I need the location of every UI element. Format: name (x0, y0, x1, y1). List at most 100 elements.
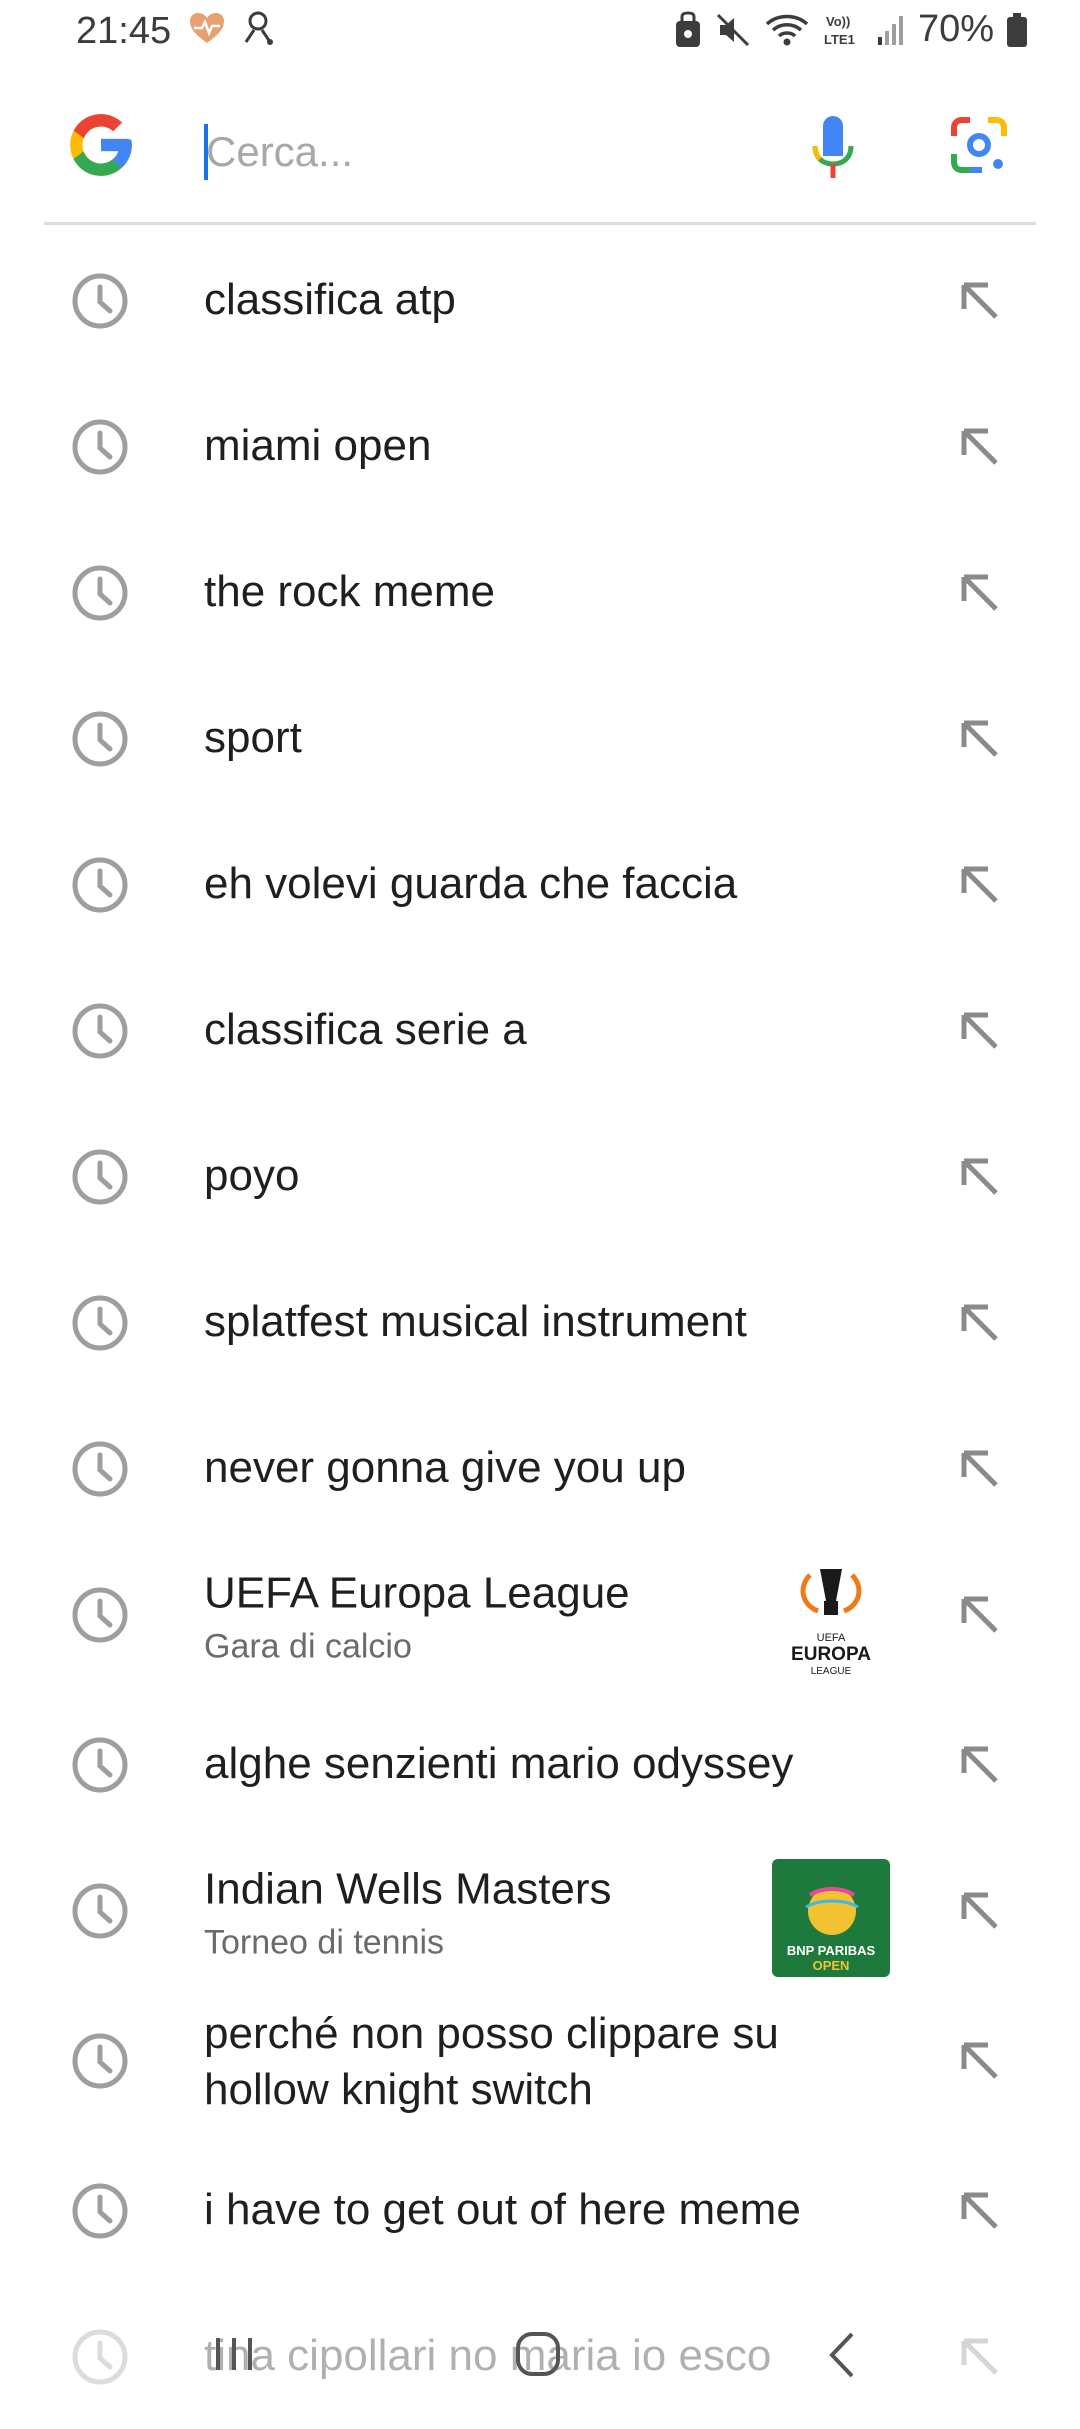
recents-icon[interactable] (212, 2334, 258, 2374)
google-lens-icon[interactable] (948, 114, 1010, 176)
history-item-label: Indian Wells Masters Torneo di tennis (204, 1862, 824, 1963)
history-item[interactable]: never gonna give you up (0, 1395, 1080, 1541)
fill-query-arrow-icon[interactable] (950, 1735, 1008, 1793)
history-item-label: classifica serie a (204, 1002, 824, 1058)
history-item-title: poyo (204, 1151, 300, 1200)
europa-logo-league: LEAGUE (811, 1666, 852, 1677)
history-item-title: UEFA Europa League (204, 1568, 630, 1618)
history-item-label: i have to get out of here meme (204, 2182, 824, 2238)
history-clock-icon (72, 2033, 128, 2089)
history-item-label: splatfest musical instrument (204, 1294, 824, 1350)
history-clock-icon (72, 711, 128, 767)
history-item[interactable]: alghe senzienti mario odyssey (0, 1691, 1080, 1837)
bnp-logo-name: BNP PARIBAS (787, 1943, 876, 1958)
history-clock-icon (72, 565, 128, 621)
fill-query-arrow-icon[interactable] (950, 1293, 1008, 1351)
fill-query-arrow-icon[interactable] (950, 2031, 1008, 2089)
battery-icon (1007, 12, 1027, 47)
history-item-label: UEFA Europa League Gara di calcio (204, 1566, 824, 1667)
history-clock-icon (72, 1295, 128, 1351)
history-item[interactable]: poyo (0, 1103, 1080, 1249)
history-item-title: Indian Wells Masters (204, 1864, 612, 1914)
fill-query-arrow-icon[interactable] (950, 1585, 1008, 1643)
svg-text:Vo)): Vo)) (826, 14, 850, 29)
status-time: 21:45 (76, 10, 172, 52)
history-clock-icon (72, 1441, 128, 1497)
history-item[interactable]: splatfest musical instrument (0, 1249, 1080, 1395)
health-heart-icon (190, 13, 224, 43)
mute-icon (716, 13, 749, 46)
history-item-title: miami open (204, 421, 432, 470)
history-item[interactable]: perché non posso clippare su hollow knig… (0, 1987, 1080, 2137)
history-item[interactable]: the rock meme (0, 519, 1080, 665)
fill-query-arrow-icon[interactable] (950, 417, 1008, 475)
fill-query-arrow-icon[interactable] (950, 1439, 1008, 1497)
history-item-entity[interactable]: Indian Wells Masters Torneo di tennis BN… (0, 1837, 1080, 1987)
history-item-label: perché non posso clippare su hollow knig… (204, 2006, 824, 2118)
history-item-title: eh volevi guarda che faccia (204, 859, 738, 908)
europa-logo-europa: EUROPA (791, 1644, 871, 1665)
history-item-title: i have to get out of here meme (204, 2185, 801, 2234)
security-lock-icon (675, 10, 700, 47)
search-divider (44, 222, 1036, 225)
history-item-subtitle: Torneo di tennis (204, 1923, 445, 1962)
history-item-label: sport (204, 710, 824, 766)
history-clock-icon (72, 273, 128, 329)
search-history-list: classifica atp miami open the rock meme … (0, 227, 1080, 2429)
fill-query-arrow-icon[interactable] (950, 1147, 1008, 1205)
fill-query-arrow-icon[interactable] (950, 2181, 1008, 2239)
history-item-label: eh volevi guarda che faccia (204, 856, 824, 912)
history-item-title: splatfest musical instrument (204, 1297, 747, 1346)
history-item[interactable]: classifica serie a (0, 957, 1080, 1103)
history-clock-icon (72, 1587, 128, 1643)
history-item-subtitle: Gara di calcio (204, 1627, 412, 1666)
history-item-label: classifica atp (204, 272, 824, 328)
history-item-title: perché non posso clippare su hollow knig… (204, 2009, 779, 2114)
history-item-label: never gonna give you up (204, 1440, 824, 1496)
fill-query-arrow-icon[interactable] (950, 271, 1008, 329)
history-clock-icon (72, 857, 128, 913)
history-item-title: classifica serie a (204, 1005, 527, 1054)
status-bar: 21:45 Vo)) LTE1 70% (0, 0, 1080, 70)
europa-logo-uefa: UEFA (817, 1632, 846, 1644)
history-clock-icon (72, 1737, 128, 1793)
history-item-title: never gonna give you up (204, 1443, 686, 1492)
history-item-entity[interactable]: UEFA Europa League Gara di calcio UEFA E… (0, 1541, 1080, 1691)
search-bar (0, 90, 1080, 220)
history-item-label: alghe senzienti mario odyssey (204, 1736, 824, 1792)
history-item[interactable]: classifica atp (0, 227, 1080, 373)
history-item-label: poyo (204, 1148, 824, 1204)
accessibility-icon (244, 11, 273, 45)
fill-query-arrow-icon[interactable] (950, 563, 1008, 621)
fill-query-arrow-icon[interactable] (950, 709, 1008, 767)
wifi-icon (765, 14, 809, 45)
history-clock-icon (72, 2183, 128, 2239)
history-item[interactable]: miami open (0, 373, 1080, 519)
svg-text:LTE1: LTE1 (824, 32, 855, 47)
history-clock-icon (72, 1149, 128, 1205)
microphone-icon[interactable] (805, 112, 861, 182)
history-item[interactable]: i have to get out of here meme (0, 2137, 1080, 2283)
history-item-title: alghe senzienti mario odyssey (204, 1739, 794, 1788)
back-icon[interactable] (824, 2330, 860, 2380)
history-item-title: sport (204, 713, 302, 762)
google-logo-icon[interactable] (64, 108, 138, 182)
history-item[interactable]: eh volevi guarda che faccia (0, 811, 1080, 957)
fill-query-arrow-icon[interactable] (950, 855, 1008, 913)
history-item-label: miami open (204, 418, 824, 474)
volte-lte-icon: Vo)) LTE1 (824, 14, 855, 47)
fill-query-arrow-icon[interactable] (950, 1881, 1008, 1939)
battery-percent: 70% (917, 8, 994, 50)
history-item[interactable]: sport (0, 665, 1080, 811)
europa-league-logo-icon: UEFA EUROPA LEAGUE (791, 1569, 871, 1677)
history-clock-icon (72, 1883, 128, 1939)
history-item-label: the rock meme (204, 564, 824, 620)
bnp-logo-open: OPEN (813, 1958, 850, 1973)
status-notification-icons (188, 10, 276, 46)
search-input[interactable] (206, 120, 766, 184)
signal-icon (877, 15, 903, 45)
fill-query-arrow-icon[interactable] (950, 1001, 1008, 1059)
history-clock-icon (72, 419, 128, 475)
home-icon[interactable] (514, 2330, 564, 2380)
bnp-paribas-open-logo-icon: BNP PARIBAS OPEN (772, 1859, 890, 1977)
